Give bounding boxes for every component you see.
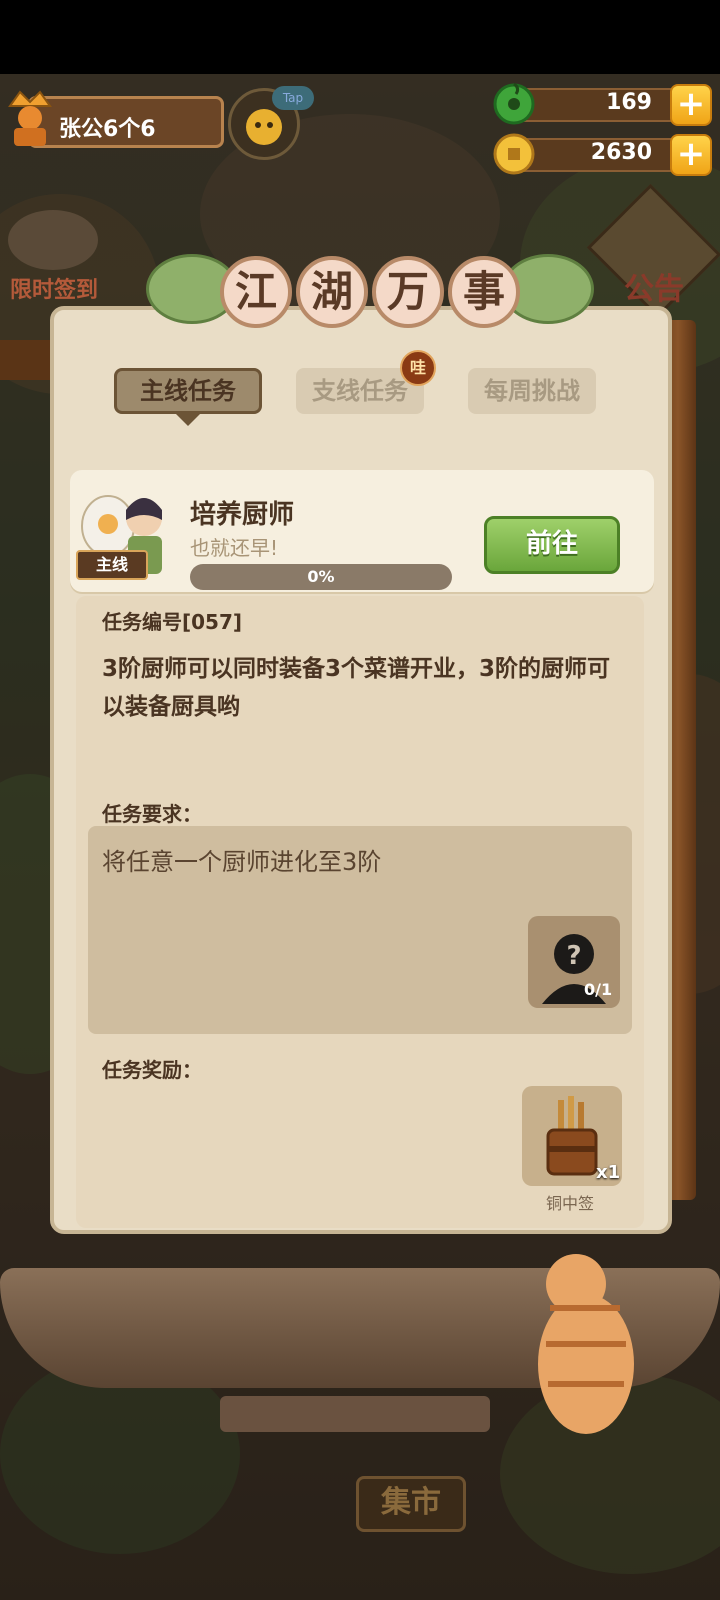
announcement-button[interactable]: 公告 — [586, 183, 720, 319]
status-bar — [0, 0, 720, 74]
go-button[interactable]: 前往 — [484, 516, 620, 574]
tab-weekly-challenge[interactable]: 每周挑战 — [468, 368, 596, 414]
tap-badge: Tap — [272, 86, 314, 110]
add-coins-button[interactable]: + — [670, 134, 712, 176]
checkin-label: 限时签到 — [10, 278, 99, 303]
tab-pointer — [176, 414, 200, 426]
title-char: 湖 — [296, 256, 368, 328]
main-quest-tag: 主线 — [76, 550, 148, 580]
title-char: 万 — [372, 256, 444, 328]
announcement-label: 公告 — [624, 272, 684, 307]
requirement-progress: 0/1 — [584, 980, 613, 999]
tab-main-quests[interactable]: 主线任务 — [114, 368, 262, 414]
market-button[interactable]: 集市 — [356, 1476, 466, 1532]
gold-coin-icon — [492, 132, 536, 176]
svg-text:?: ? — [566, 941, 581, 971]
coin-currency: 2630 + — [492, 132, 712, 176]
bowl-base — [220, 1396, 490, 1432]
quest-progress-text: 0% — [307, 567, 335, 586]
player-name-badge[interactable]: 张公6个6 — [28, 96, 224, 148]
add-jade-button[interactable]: + — [670, 84, 712, 126]
reward-label: 任务奖励： — [102, 1058, 202, 1082]
reward-name: 铜中签 — [546, 1194, 595, 1213]
dialog-title: 江 湖 万 事 — [146, 248, 594, 338]
quest-progress-bar: 0% — [190, 564, 452, 590]
title-char: 江 — [220, 256, 292, 328]
checkin-menu-button[interactable]: 限时签到 — [0, 210, 116, 320]
player-name: 张公6个6 — [59, 117, 156, 142]
quest-subtitle: 也就还早! — [190, 536, 279, 560]
scroll-rod-left — [0, 340, 52, 380]
requirement-label: 任务要求： — [102, 802, 202, 826]
requirement-text: 将任意一个厨师进化至3阶 — [102, 848, 382, 876]
quest-title: 培养厨师 — [190, 500, 295, 530]
reward-count: x1 — [596, 1162, 621, 1183]
side-quest-badge: 哇 — [400, 350, 436, 386]
task-description: 3阶厨师可以同时装备3个菜谱开业，3阶的厨师可以装备厨具哟 — [102, 656, 611, 720]
task-number-label: 任务编号[057] — [102, 610, 243, 634]
title-char: 事 — [448, 256, 520, 328]
jade-coin-icon — [492, 82, 536, 126]
jade-currency: 169 + — [492, 82, 712, 126]
cat-mascot-icon — [516, 1244, 666, 1444]
player-avatar-icon[interactable] — [4, 88, 56, 148]
